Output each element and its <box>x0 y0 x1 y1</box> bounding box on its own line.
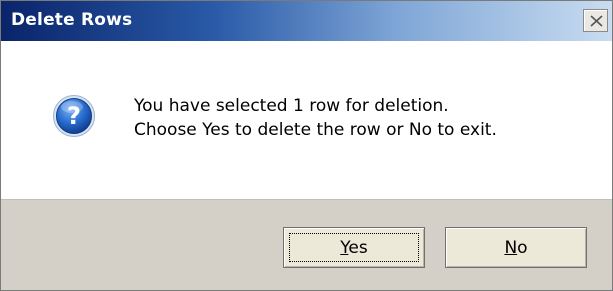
svg-text:?: ? <box>67 102 81 130</box>
no-button-label: No <box>504 237 528 258</box>
yes-button[interactable]: Yes <box>283 227 425 268</box>
message-line-2: Choose Yes to delete the row or No to ex… <box>134 120 497 140</box>
delete-rows-dialog: Delete Rows ? You have selected 1 row fo… <box>0 0 613 291</box>
no-button[interactable]: No <box>445 227 587 268</box>
dialog-title: Delete Rows <box>11 10 133 30</box>
message-text: You have selected 1 row for deletion. Ch… <box>134 94 497 142</box>
dialog-content: ? You have selected 1 row for deletion. … <box>1 41 612 199</box>
button-bar: Yes No <box>1 199 612 290</box>
title-bar[interactable]: Delete Rows <box>1 1 612 41</box>
close-icon <box>590 15 603 27</box>
yes-button-label: Yes <box>340 237 368 258</box>
close-button[interactable] <box>583 9 608 32</box>
message-line-1: You have selected 1 row for deletion. <box>134 96 449 116</box>
question-icon: ? <box>53 95 95 137</box>
